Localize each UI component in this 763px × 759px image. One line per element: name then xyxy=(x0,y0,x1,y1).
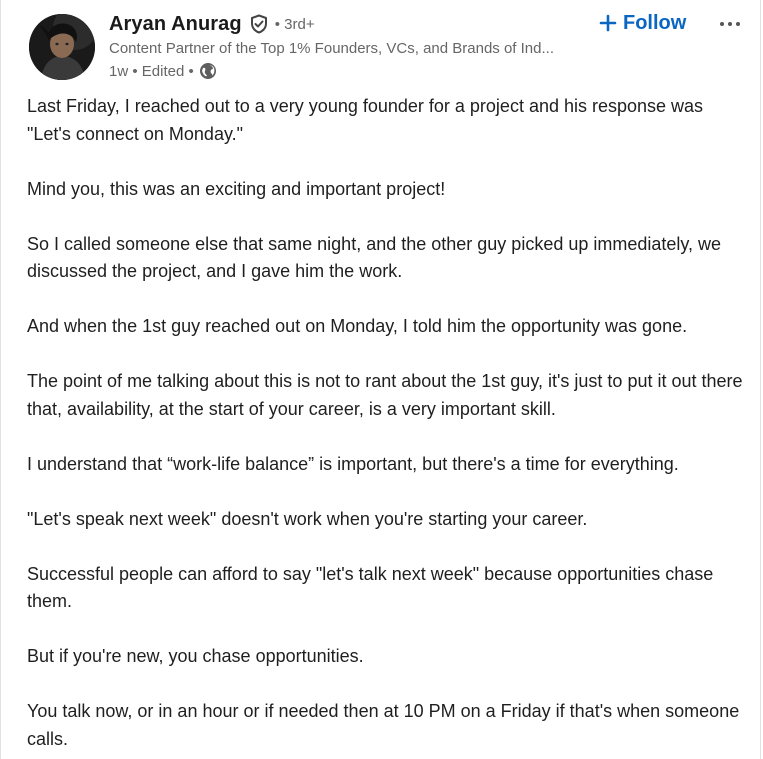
plus-icon xyxy=(599,14,617,32)
post-paragraph: I understand that “work-life balance” is… xyxy=(27,453,679,474)
author-name-row: Aryan Anurag • 3rd+ xyxy=(109,10,599,38)
follow-label: Follow xyxy=(623,11,687,34)
author-avatar[interactable] xyxy=(29,14,95,80)
post-paragraph: Last Friday, I reached out to a very you… xyxy=(27,96,704,144)
ellipsis-icon xyxy=(719,14,741,32)
author-name[interactable]: Aryan Anurag xyxy=(109,13,242,36)
connection-degree: • 3rd+ xyxy=(274,15,315,33)
post-paragraph: You talk now, or in an hour or if needed… xyxy=(27,701,740,749)
verified-shield-icon xyxy=(249,14,269,34)
post-paragraph: "Let's speak next week" doesn't work whe… xyxy=(27,508,588,529)
globe-icon xyxy=(199,62,217,80)
post-meta: 1w • Edited • xyxy=(109,60,599,82)
post-header: Aryan Anurag • 3rd+ Content Partner of t… xyxy=(109,10,599,82)
more-options-button[interactable] xyxy=(717,10,743,36)
post-timestamp: 1w • Edited • xyxy=(109,62,194,80)
post-body: Last Friday, I reached out to a very you… xyxy=(27,93,749,759)
post-paragraph: So I called someone else that same night… xyxy=(27,233,722,282)
post-paragraph: Mind you, this was an exciting and impor… xyxy=(27,178,446,199)
post-card: Aryan Anurag • 3rd+ Content Partner of t… xyxy=(0,0,761,759)
post-paragraph: Successful people can afford to say "let… xyxy=(27,563,714,612)
post-paragraph: The point of me talking about this is no… xyxy=(27,371,743,419)
follow-button[interactable]: Follow xyxy=(599,9,686,37)
author-headline: Content Partner of the Top 1% Founders, … xyxy=(109,40,554,57)
post-paragraph: And when the 1st guy reached out on Mond… xyxy=(27,316,688,336)
post-paragraph: But if you're new, you chase opportuniti… xyxy=(27,646,364,666)
